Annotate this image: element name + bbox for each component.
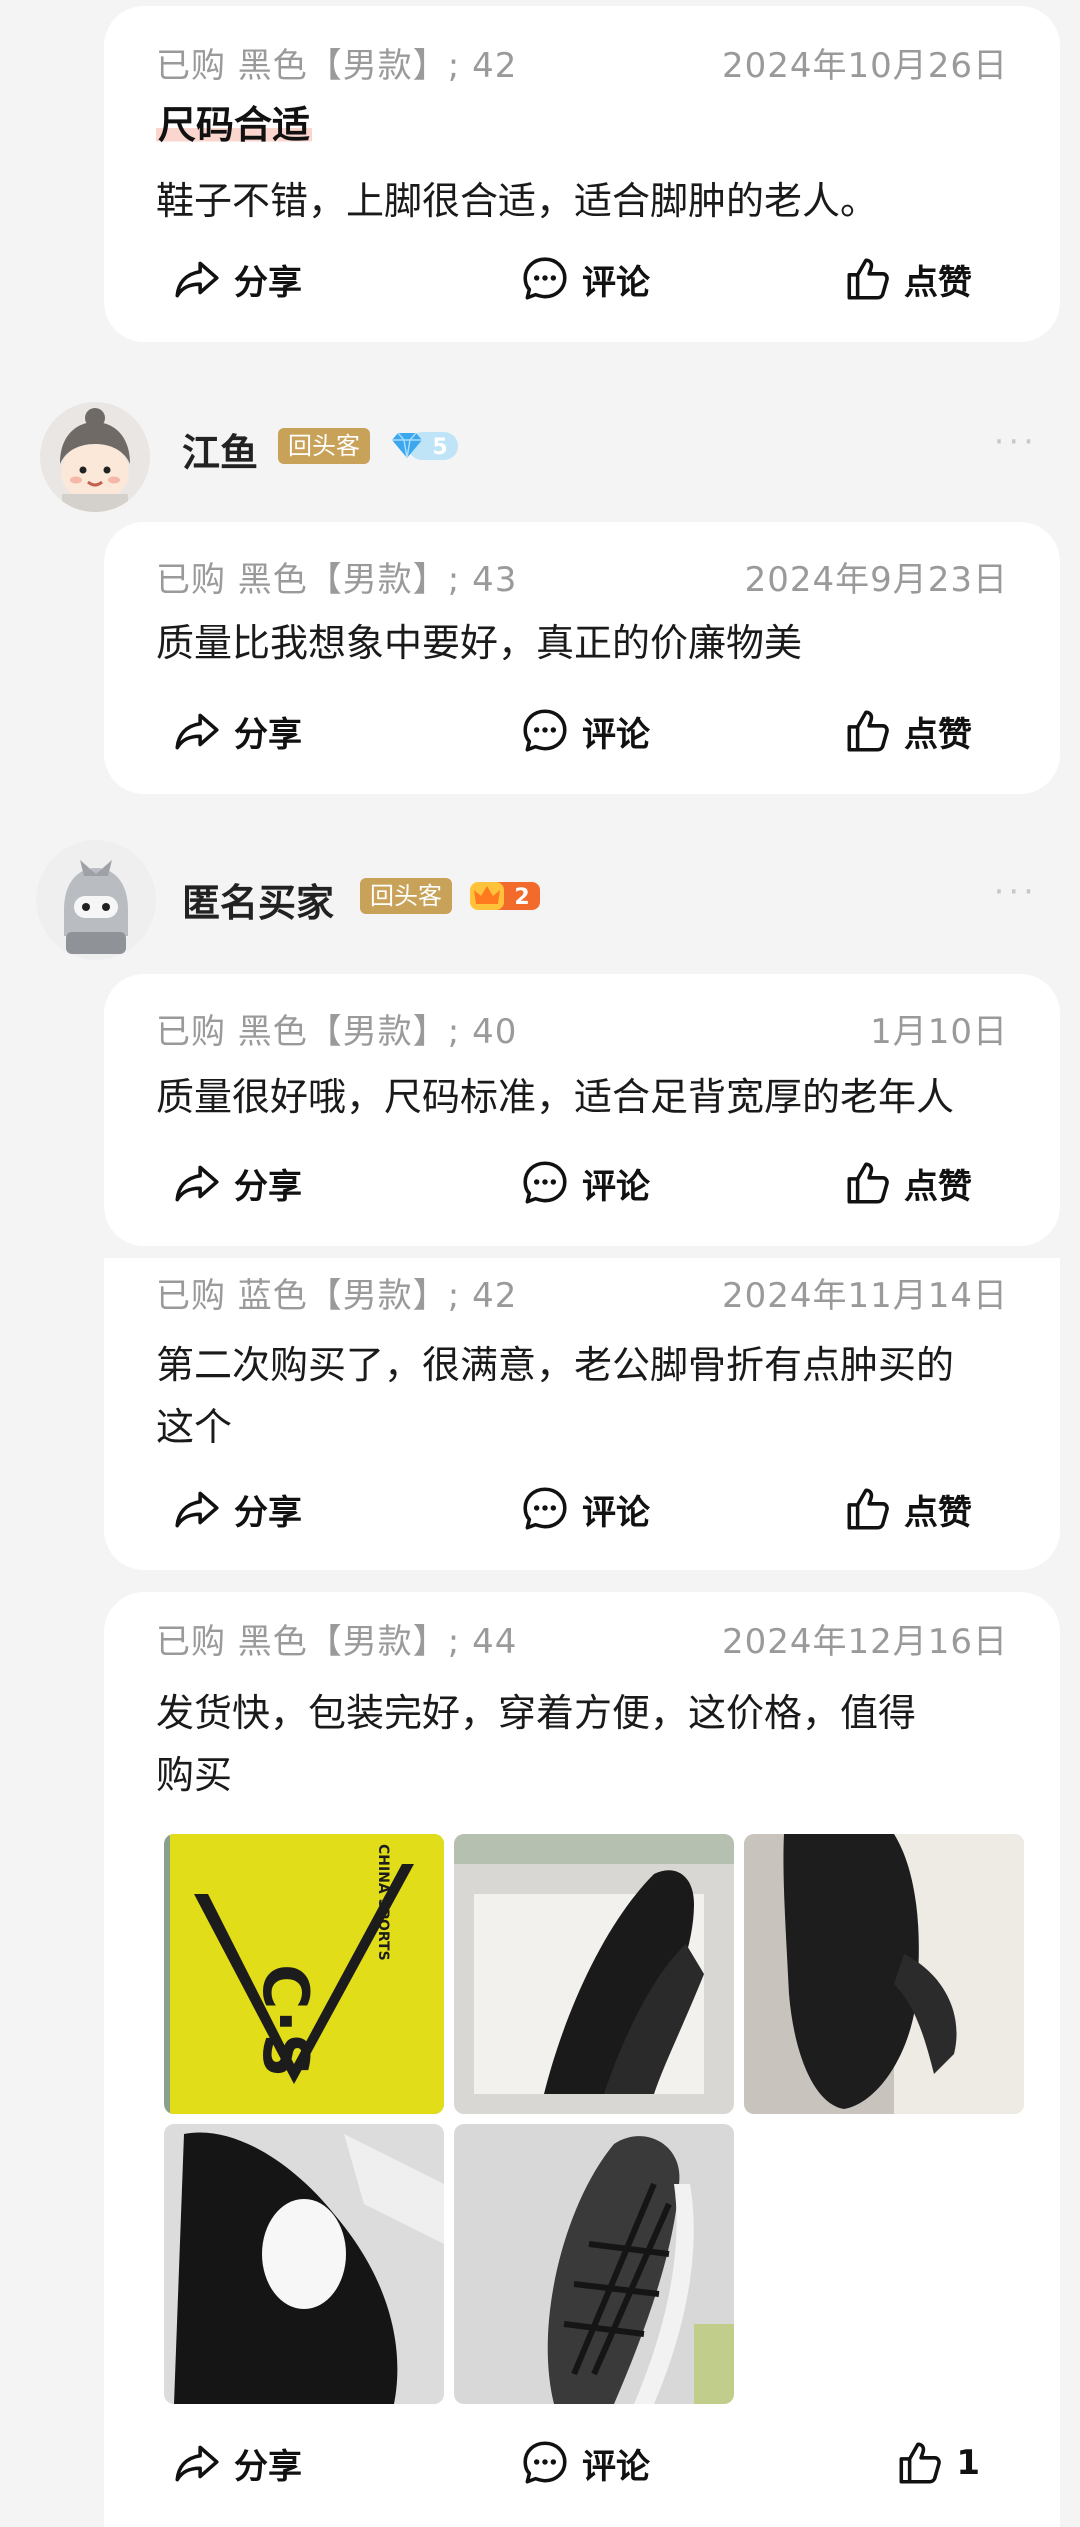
avatar[interactable] [40,402,150,512]
reviewer-row: 匿名买家 回头客 2 ··· [0,834,1080,964]
reviewer-name[interactable]: 江鱼 [182,422,258,477]
member-level-badge: 5 [388,428,460,464]
review-photo[interactable] [454,2124,734,2404]
purchase-spec: 已购 黑色【男款】; 43 [156,559,518,600]
avatar[interactable] [36,840,156,960]
share-icon [172,254,222,304]
review-card: 已购 黑色【男款】; 40 1月10日 质量很好哦，尺码标准，适合足背宽厚的老年… [104,974,1060,1246]
crown-icon: 2 [470,882,540,910]
review-text: 质量比我想象中要好，真正的价廉物美 [156,621,803,665]
review-photo[interactable] [744,1834,1024,2114]
reviewer-row: 江鱼 回头客 5 ··· [0,382,1080,512]
share-icon [172,1484,222,1534]
review-text-line: 发货快，包装完好，穿着方便，这价格，值得 [156,1691,917,1735]
comment-icon [520,706,570,756]
review-card: 已购 黑色【男款】; 42 2024年10月26日 尺码合适 鞋子不错，上脚很合… [104,6,1060,342]
review-meta: 已购 黑色【男款】; 42 2024年10月26日 [156,38,1008,86]
repeat-customer-badge: 回头客 [278,428,370,464]
review-meta: 已购 黑色【男款】; 43 2024年9月23日 [156,552,1008,600]
thumbs-up-icon [842,706,892,756]
review-meta: 已购 黑色【男款】; 40 1月10日 [156,1004,1008,1052]
repeat-customer-badge: 回头客 [360,878,452,914]
more-options-button[interactable]: ··· [994,422,1038,462]
thumbs-up-icon [842,1158,892,1208]
review-photo[interactable]: C·S CHINA SPORTS [164,1834,444,2114]
review-text: 质量很好哦，尺码标准，适合足背宽厚的老年人 [156,1075,955,1119]
review-actions: 分享 评论 点赞 [104,706,1060,766]
review-date: 2024年12月16日 [721,1621,1008,1662]
comment-icon [520,2438,570,2488]
review-actions: 分享 评论 点赞 [104,1484,1060,1544]
share-button[interactable]: 分享 [172,706,302,756]
review-text-line: 第二次购买了，很满意，老公脚骨折有点肿买的 [156,1343,955,1387]
brand-logo-text: C·S [249,1964,322,2078]
review-date: 2024年9月23日 [744,559,1008,600]
thumbs-up-icon [842,254,892,304]
diamond-icon: 5 [392,432,458,460]
like-count: 1 [956,2443,980,2483]
reviewer-name[interactable]: 匿名买家 [182,872,334,927]
share-icon [172,706,222,756]
like-button[interactable]: 1 [894,2438,980,2488]
more-options-button[interactable]: ··· [994,872,1038,912]
review-meta: 已购 蓝色【男款】; 42 2024年11月14日 [156,1268,1008,1316]
comment-button[interactable]: 评论 [520,1484,650,1534]
review-date: 2024年10月26日 [721,45,1008,86]
share-button[interactable]: 分享 [172,1484,302,1534]
comment-icon [520,1484,570,1534]
purchase-spec: 已购 黑色【男款】; 44 [156,1621,518,1662]
level-number: 5 [432,435,447,460]
level-number: 2 [514,885,529,910]
share-icon [172,2438,222,2488]
review-text: 鞋子不错，上脚很合适，适合脚肿的老人。 [156,179,879,223]
share-icon [172,1158,222,1208]
review-photo[interactable] [164,2124,444,2404]
review-date: 2024年11月14日 [721,1275,1008,1316]
share-button[interactable]: 分享 [172,1158,302,1208]
comment-button[interactable]: 评论 [520,254,650,304]
thumbs-up-icon [894,2438,944,2488]
like-button[interactable]: 点赞 [842,1158,972,1208]
purchase-spec: 已购 黑色【男款】; 40 [156,1011,518,1052]
review-card: 已购 蓝色【男款】; 42 2024年11月14日 第二次购买了，很满意，老公脚… [104,1258,1060,1570]
review-text-line: 这个 [156,1405,233,1449]
comment-button[interactable]: 评论 [520,1158,650,1208]
review-text-line: 购买 [156,1753,233,1797]
review-actions: 分享 评论 点赞 [104,1158,1060,1218]
brand-name-text: CHINA SPORTS [375,1844,391,1961]
review-card: 已购 黑色【男款】; 43 2024年9月23日 质量比我想象中要好，真正的价廉… [104,522,1060,794]
thumbs-up-icon [842,1484,892,1534]
review-text: 第二次购买了，很满意，老公脚骨折有点肿买的 这个 [156,1334,1008,1458]
comment-button[interactable]: 评论 [520,2438,650,2488]
comment-icon [520,254,570,304]
review-title: 尺码合适 [156,94,313,149]
like-button[interactable]: 点赞 [842,706,972,756]
review-actions: 分享 评论 点赞 [104,254,1060,314]
comment-button[interactable]: 评论 [520,706,650,756]
comment-icon [520,1158,570,1208]
like-button[interactable]: 点赞 [842,254,972,304]
member-level-badge: 2 [470,878,542,914]
review-text: 发货快，包装完好，穿着方便，这价格，值得 购买 [156,1682,1008,1806]
share-button[interactable]: 分享 [172,2438,302,2488]
purchase-spec: 已购 黑色【男款】; 42 [156,45,518,86]
review-photo[interactable] [454,1834,734,2114]
like-button[interactable]: 点赞 [842,1484,972,1534]
review-date: 1月10日 [870,1011,1008,1052]
purchase-spec: 已购 蓝色【男款】; 42 [156,1275,518,1316]
review-meta: 已购 黑色【男款】; 44 2024年12月16日 [156,1614,1008,1662]
share-button[interactable]: 分享 [172,254,302,304]
review-actions: 分享 评论 1 [104,2438,1060,2498]
